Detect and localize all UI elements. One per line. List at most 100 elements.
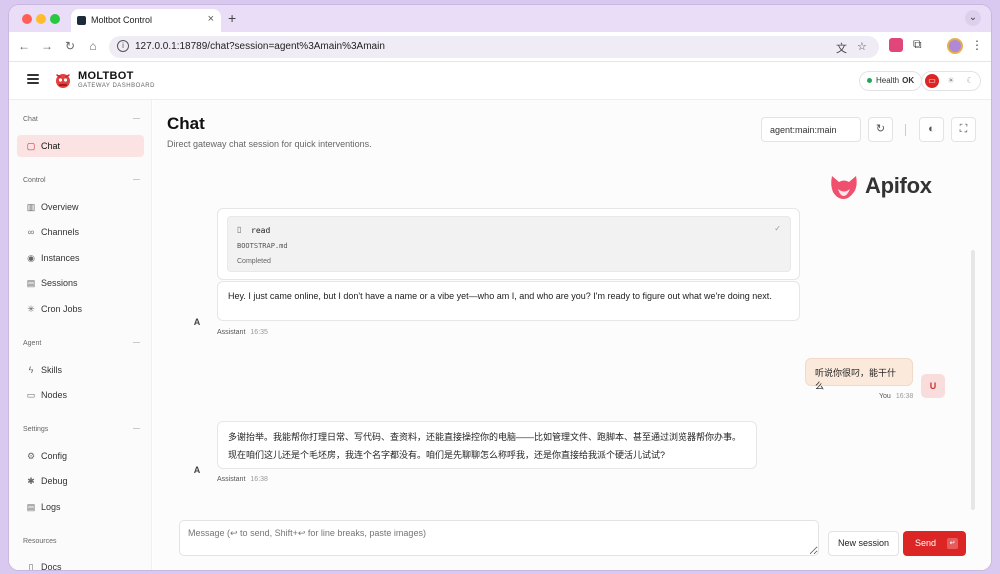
- refresh-icon[interactable]: ↻: [868, 117, 893, 142]
- reload-icon[interactable]: ↻: [62, 39, 78, 53]
- tool-path: BOOTSTRAP.md: [237, 242, 288, 250]
- sidebar-item-label: Cron Jobs: [41, 304, 83, 314]
- sidebar-item-sessions[interactable]: ▤ Sessions: [17, 272, 144, 294]
- collapse-agent-group-icon[interactable]: —: [133, 339, 140, 346]
- sidebar-item-instances[interactable]: ◉ Instances: [17, 247, 144, 269]
- moltbot-favicon-icon: [77, 16, 86, 25]
- translate-icon[interactable]: 文: [836, 40, 847, 56]
- hamburger-menu-icon[interactable]: [27, 74, 39, 84]
- send-button-label: Send: [915, 538, 937, 548]
- sidebar-item-label: Docs: [41, 562, 62, 570]
- brand-subtitle: GATEWAY DASHBOARD: [78, 83, 155, 89]
- sidebar-item-label: Logs: [41, 502, 61, 512]
- sidebar-group-settings: Settings: [23, 426, 49, 433]
- close-window-button[interactable]: [22, 14, 32, 24]
- health-label: Health: [876, 76, 900, 85]
- thinking-toggle-icon[interactable]: ◐: [919, 117, 944, 142]
- chat-bubble-icon: ▢: [26, 141, 36, 151]
- profile-avatar[interactable]: [947, 38, 963, 54]
- sidebar-item-label: Debug: [41, 476, 68, 486]
- browser-tab[interactable]: Moltbot Control ×: [71, 9, 221, 32]
- sidebar-item-label: Nodes: [41, 390, 68, 400]
- extension-icon[interactable]: [889, 38, 903, 52]
- bookmark-star-icon[interactable]: ☆: [857, 40, 867, 53]
- sidebar-group-chat: Chat: [23, 116, 38, 123]
- assistant-message: 多谢抬举。我能帮你打理日常、写代码、查资料，还能直接操控你的电脑——比如管理文件…: [217, 421, 757, 469]
- chat-thread: ▯ read ✓ BOOTSTRAP.md Completed Hey. I j…: [153, 204, 977, 514]
- bug-icon: ✱: [27, 476, 35, 486]
- browser-toolbar: ← → ↻ ⌂ i 127.0.0.1:18789/chat?session=a…: [9, 32, 991, 62]
- site-info-icon[interactable]: i: [117, 40, 129, 52]
- assistant-avatar: A: [193, 465, 201, 475]
- tool-name: read: [251, 226, 271, 235]
- sidebar-item-cron-jobs[interactable]: ✳ Cron Jobs: [17, 298, 144, 320]
- collapse-control-group-icon[interactable]: —: [133, 176, 140, 183]
- message-time: 16:35: [250, 329, 268, 336]
- file-text-icon: ▤: [26, 502, 36, 512]
- health-badge: Health OK: [859, 71, 923, 91]
- collapse-chat-group-icon[interactable]: —: [133, 115, 140, 122]
- file-icon: ▯: [237, 225, 242, 234]
- focus-mode-icon[interactable]: ⛶: [951, 117, 976, 142]
- sidebar-item-overview[interactable]: ▥ Overview: [17, 196, 144, 218]
- light-theme-sun-icon[interactable]: ☀: [944, 74, 958, 88]
- message-time: 16:38: [895, 393, 914, 400]
- tool-call-card[interactable]: ▯ read ✓ BOOTSTRAP.md Completed: [217, 208, 800, 280]
- address-bar[interactable]: i 127.0.0.1:18789/chat?session=agent%3Am…: [109, 36, 879, 58]
- page-subtitle: Direct gateway chat session for quick in…: [167, 139, 372, 149]
- radio-icon: ◉: [27, 253, 35, 263]
- enter-key-icon: ↵: [947, 538, 958, 549]
- maximize-window-button[interactable]: [50, 14, 60, 24]
- sidebar-item-docs[interactable]: ▯ Docs: [17, 556, 144, 570]
- dark-theme-moon-icon[interactable]: ☾: [963, 74, 977, 88]
- link-icon: ∞: [27, 227, 35, 237]
- sidebar-item-chat[interactable]: ▢ Chat: [17, 135, 144, 157]
- sender-name: Assistant: [217, 476, 246, 483]
- session-selector[interactable]: agent:main:main: [761, 117, 861, 142]
- tool-call-detail: ▯ read ✓ BOOTSTRAP.md Completed: [227, 216, 791, 272]
- message-time: 16:38: [250, 476, 268, 483]
- health-status-dot-icon: [867, 78, 872, 84]
- tab-search-chevron-icon[interactable]: ⌄: [965, 10, 981, 26]
- sidebar-item-label: Chat: [41, 141, 61, 151]
- sidebar-group-agent: Agent: [23, 340, 42, 347]
- back-arrow-icon[interactable]: ←: [16, 39, 32, 53]
- message-input[interactable]: [179, 520, 819, 556]
- sidebar-item-label: Instances: [41, 253, 80, 263]
- minimize-window-button[interactable]: [36, 14, 46, 24]
- browser-menu-icon[interactable]: ⋮: [971, 38, 983, 52]
- sender-name: Assistant: [217, 329, 246, 336]
- sidebar-item-debug[interactable]: ✱ Debug: [17, 470, 144, 492]
- forward-arrow-icon[interactable]: →: [39, 39, 55, 53]
- sidebar-group-control: Control: [23, 177, 46, 184]
- url-text[interactable]: 127.0.0.1:18789/chat?session=agent%3Amai…: [135, 41, 385, 52]
- check-icon: ✓: [774, 224, 781, 233]
- sidebar-item-label: Channels: [41, 227, 80, 237]
- sidebar-item-logs[interactable]: ▤ Logs: [17, 496, 144, 518]
- extensions-puzzle-icon[interactable]: ⧉: [913, 37, 922, 52]
- loader-icon: ✳: [27, 304, 35, 314]
- chat-scrollbar[interactable]: [971, 250, 975, 510]
- sidebar-item-channels[interactable]: ∞ Channels: [17, 221, 144, 243]
- collapse-settings-group-icon[interactable]: —: [133, 425, 140, 432]
- user-message-meta: You 16:38: [879, 393, 913, 400]
- sidebar-group-resources: Resources: [23, 538, 57, 545]
- sidebar-item-config[interactable]: ⚙ Config: [17, 445, 144, 467]
- sidebar-item-nodes[interactable]: ▭ Nodes: [17, 384, 144, 406]
- sidebar-item-skills[interactable]: ϟ Skills: [17, 359, 144, 381]
- sidebar: Chat — ▢ Chat Control — ▥ Overview ∞ Cha…: [9, 100, 152, 570]
- browser-window: Moltbot Control × + ⌄ ← → ↻ ⌂ i 127.0.0.…: [9, 5, 991, 570]
- send-button[interactable]: Send ↵: [903, 531, 966, 556]
- message-line: 现在咱们这儿还是个毛坯房，我连个名字都没有。咱们是先聊聊怎么称呼我，还是你直接给…: [228, 450, 666, 460]
- apifox-watermark: Apifox: [829, 170, 939, 202]
- apifox-wordmark: Apifox: [865, 173, 932, 198]
- moltbot-logo-icon: [56, 74, 70, 88]
- assistant-avatar: A: [193, 317, 201, 327]
- home-icon[interactable]: ⌂: [85, 39, 101, 53]
- new-tab-icon[interactable]: +: [228, 10, 236, 26]
- system-theme-monitor-icon[interactable]: ▭: [925, 74, 939, 88]
- new-session-button[interactable]: New session: [828, 531, 899, 556]
- sidebar-item-label: Skills: [41, 365, 63, 375]
- sidebar-item-label: Config: [41, 451, 68, 461]
- close-tab-icon[interactable]: ×: [208, 13, 214, 25]
